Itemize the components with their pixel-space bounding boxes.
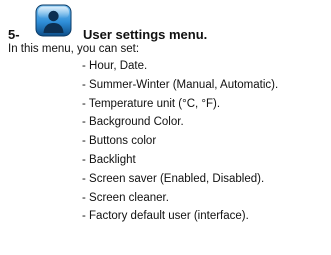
section-number: 5-: [8, 27, 20, 42]
section-heading: 5- User settings menu.: [0, 0, 331, 46]
option-summer-winter: - Summer-Winter (Manual, Automatic).: [82, 78, 279, 91]
option-buttons-color: - Buttons color: [82, 135, 157, 148]
option-background-color: - Background Color.: [82, 116, 184, 129]
section-title: User settings menu.: [83, 27, 208, 42]
option-factory-default-user: - Factory default user (interface).: [82, 210, 249, 223]
settings-options-list: - Hour, Date. - Summer-Winter (Manual, A…: [82, 59, 278, 228]
option-backlight: - Backlight: [82, 153, 136, 166]
option-hour-date: - Hour, Date.: [82, 60, 148, 72]
option-screen-cleaner: - Screen cleaner.: [82, 191, 169, 204]
option-screen-saver: - Screen saver (Enabled, Disabled).: [82, 172, 265, 185]
intro-text: In this menu, you can set:: [8, 43, 140, 55]
user-icon: [35, 4, 72, 37]
option-temperature-unit: - Temperature unit (°C, °F).: [82, 97, 221, 110]
